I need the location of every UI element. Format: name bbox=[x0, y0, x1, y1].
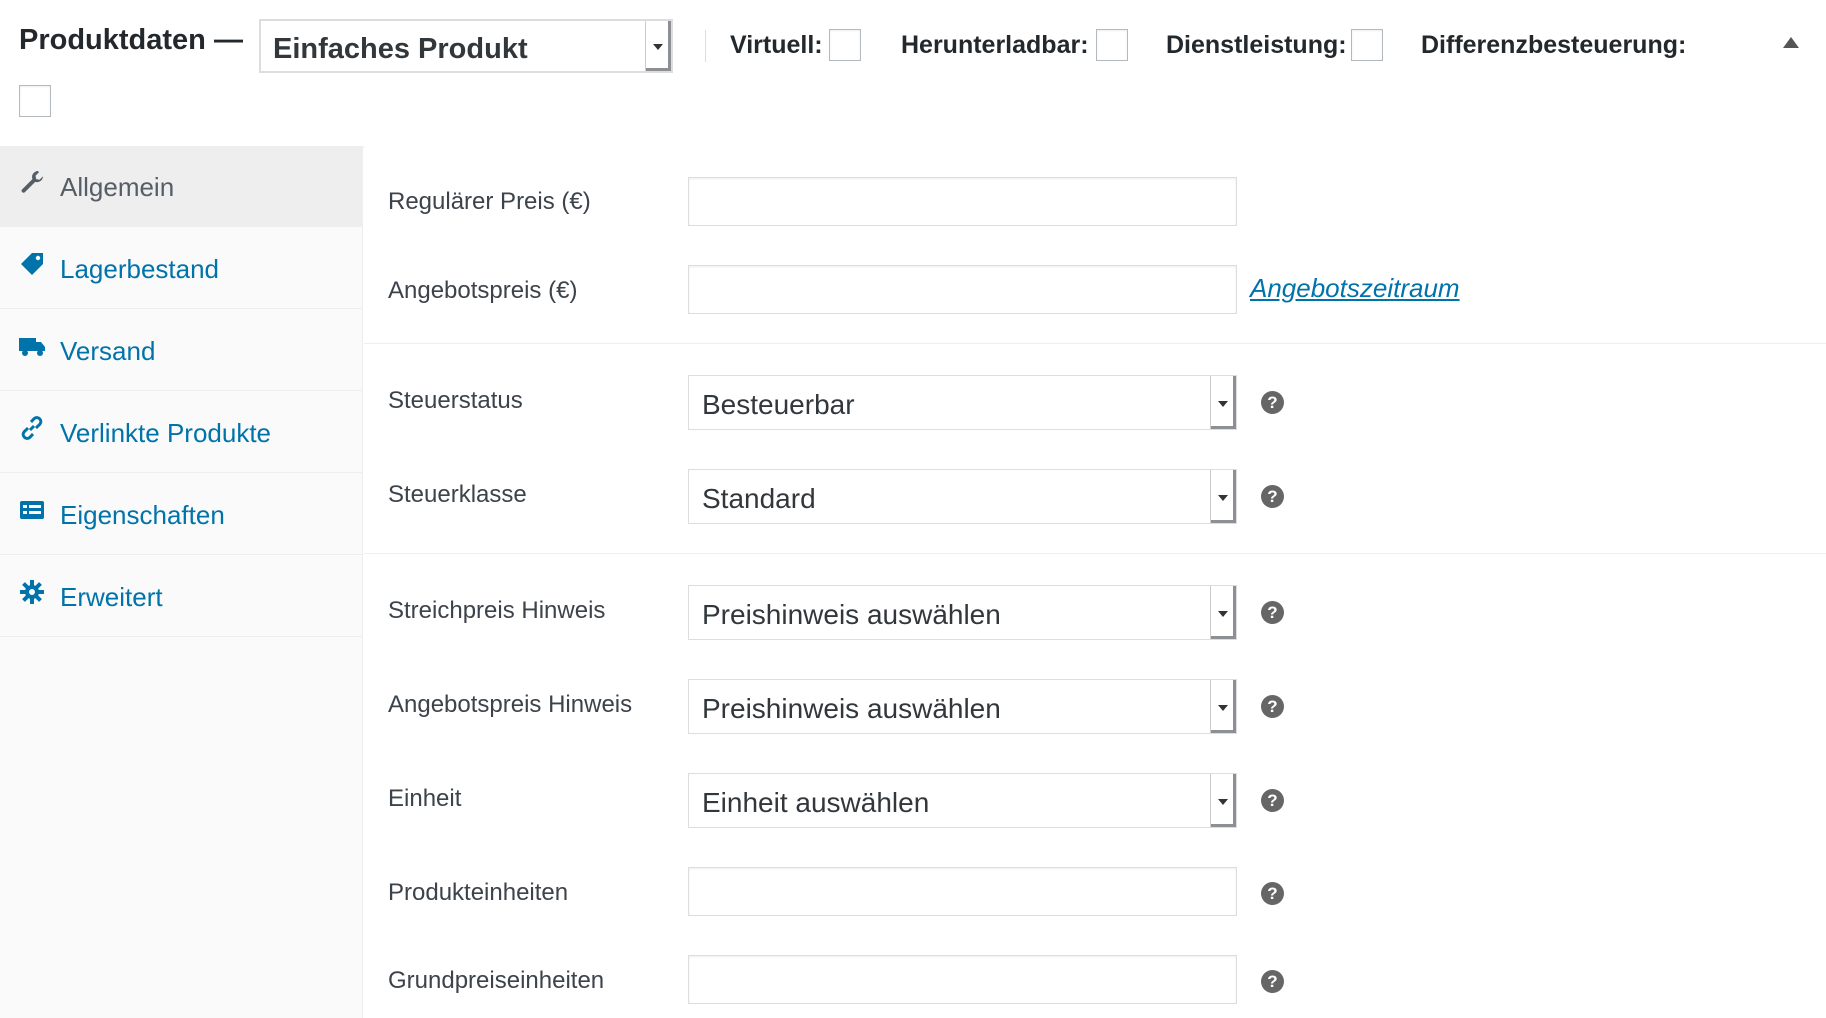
product-units-input[interactable] bbox=[688, 867, 1237, 916]
service-label: Dienstleistung: bbox=[1166, 31, 1347, 59]
tab-general[interactable]: Allgemein bbox=[0, 146, 363, 227]
sale-price-input[interactable] bbox=[688, 265, 1237, 314]
tab-general-label: Allgemein bbox=[60, 172, 175, 202]
tag-icon bbox=[21, 253, 43, 275]
margin-taxation-label: Differenzbesteuerung: bbox=[1421, 31, 1687, 59]
product-type-value: Einfaches Produkt bbox=[273, 33, 528, 65]
group-divider bbox=[364, 553, 1826, 554]
tab-attributes[interactable]: Eigenschaften bbox=[0, 474, 363, 555]
list-icon bbox=[20, 501, 44, 519]
chevron-down-icon bbox=[1210, 586, 1236, 639]
header-divider bbox=[705, 30, 706, 62]
tab-linked-products-label: Verlinkte Produkte bbox=[60, 418, 272, 448]
product-data-tabs: Allgemein Lagerbestand Versand Verlinkte… bbox=[0, 146, 363, 1018]
help-icon[interactable]: ? bbox=[1261, 882, 1284, 905]
strike-price-notice-value: Preishinweis auswählen bbox=[702, 599, 1001, 630]
virtual-label: Virtuell: bbox=[730, 31, 823, 59]
help-icon[interactable]: ? bbox=[1261, 970, 1284, 993]
sale-price-notice-select[interactable]: Preishinweis auswählen bbox=[688, 679, 1237, 734]
chevron-down-icon bbox=[1210, 680, 1236, 733]
product-type-select[interactable]: Einfaches Produkt bbox=[259, 19, 673, 73]
downloadable-label: Herunterladbar: bbox=[901, 31, 1089, 59]
tab-inventory-label: Lagerbestand bbox=[60, 254, 220, 284]
chevron-down-icon bbox=[1210, 376, 1236, 429]
sale-schedule-link[interactable]: Angebotszeitraum bbox=[1250, 273, 1460, 304]
sale-price-label: Angebotspreis (€) bbox=[388, 277, 578, 304]
help-icon[interactable]: ? bbox=[1261, 695, 1284, 718]
truck-icon bbox=[19, 338, 45, 356]
base-price-units-input[interactable] bbox=[688, 955, 1237, 1004]
gear-icon bbox=[20, 580, 44, 604]
product-data-header: Produktdaten — Einfaches Produkt Virtuel… bbox=[0, 0, 1826, 147]
link-icon bbox=[21, 416, 43, 440]
tax-class-value: Standard bbox=[702, 483, 816, 514]
collapse-toggle-icon[interactable] bbox=[1783, 37, 1799, 48]
chevron-down-icon bbox=[645, 21, 671, 71]
chevron-down-icon bbox=[1210, 774, 1236, 827]
tax-status-label: Steuerstatus bbox=[388, 387, 523, 414]
tab-advanced[interactable]: Erweitert bbox=[0, 556, 363, 637]
base-price-units-label: Grundpreiseinheiten bbox=[388, 967, 605, 994]
tab-linked-products[interactable]: Verlinkte Produkte bbox=[0, 392, 363, 473]
margin-taxation-checkbox[interactable] bbox=[19, 85, 51, 117]
tax-status-select[interactable]: Besteuerbar bbox=[688, 375, 1237, 430]
help-icon[interactable]: ? bbox=[1261, 789, 1284, 812]
regular-price-label: Regulärer Preis (€) bbox=[388, 188, 591, 215]
strike-price-notice-label: Streichpreis Hinweis bbox=[388, 597, 606, 624]
regular-price-input[interactable] bbox=[688, 177, 1237, 226]
group-divider bbox=[364, 343, 1826, 344]
wrench-icon bbox=[21, 171, 43, 193]
sale-price-notice-label: Angebotspreis Hinweis bbox=[388, 691, 633, 718]
tab-advanced-label: Erweitert bbox=[60, 582, 163, 612]
help-icon[interactable]: ? bbox=[1261, 391, 1284, 414]
product-units-label: Produkteinheiten bbox=[388, 879, 569, 906]
panel-title: Produktdaten — bbox=[19, 24, 243, 56]
tab-shipping-label: Versand bbox=[60, 336, 156, 366]
unit-label: Einheit bbox=[388, 785, 462, 812]
unit-select[interactable]: Einheit auswählen bbox=[688, 773, 1237, 828]
tax-class-select[interactable]: Standard bbox=[688, 469, 1237, 524]
tax-class-label: Steuerklasse bbox=[388, 481, 527, 508]
service-checkbox[interactable] bbox=[1351, 29, 1383, 61]
help-icon[interactable]: ? bbox=[1261, 485, 1284, 508]
tab-shipping[interactable]: Versand bbox=[0, 310, 363, 391]
tab-attributes-label: Eigenschaften bbox=[60, 500, 225, 530]
tax-status-value: Besteuerbar bbox=[702, 389, 855, 420]
tab-inventory[interactable]: Lagerbestand bbox=[0, 228, 363, 309]
strike-price-notice-select[interactable]: Preishinweis auswählen bbox=[688, 585, 1237, 640]
sale-price-notice-value: Preishinweis auswählen bbox=[702, 693, 1001, 724]
virtual-checkbox[interactable] bbox=[829, 29, 861, 61]
help-icon[interactable]: ? bbox=[1261, 601, 1284, 624]
downloadable-checkbox[interactable] bbox=[1096, 29, 1128, 61]
unit-value: Einheit auswählen bbox=[702, 787, 930, 818]
chevron-down-icon bbox=[1210, 470, 1236, 523]
